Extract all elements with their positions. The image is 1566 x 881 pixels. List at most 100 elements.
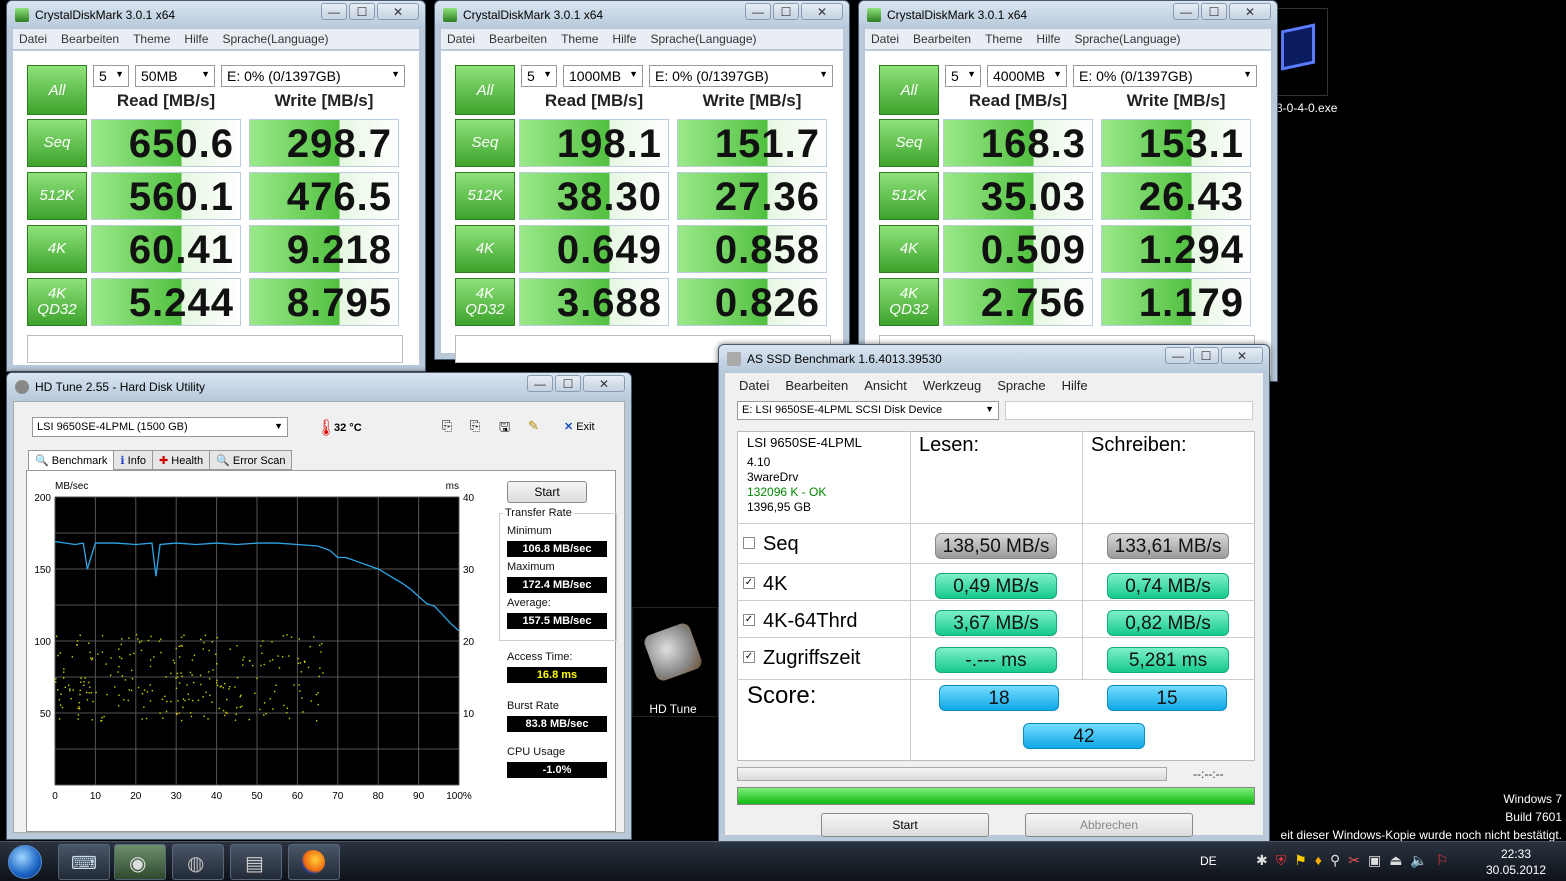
tab-benchmark[interactable]: 🔍 Benchmark: [28, 450, 115, 472]
count-select[interactable]: 5 ▼: [521, 65, 557, 87]
size-select[interactable]: 1000MB ▼: [563, 65, 643, 87]
search-icon[interactable]: ⚲: [1330, 852, 1340, 869]
menu-item[interactable]: Datei: [19, 32, 47, 46]
minimize-button[interactable]: —: [745, 3, 771, 20]
menu-item[interactable]: Theme: [561, 32, 598, 46]
close-button[interactable]: ✕: [1221, 347, 1263, 364]
exit-button[interactable]: ✕ Exit: [564, 420, 595, 433]
access-point: [226, 698, 228, 701]
menu-item[interactable]: Theme: [133, 32, 170, 46]
minimize-button[interactable]: —: [1173, 3, 1199, 20]
abort-button[interactable]: Abbrechen: [1025, 813, 1193, 837]
shield-icon[interactable]: ⛨: [1276, 852, 1287, 869]
start-orb-icon[interactable]: [8, 845, 42, 879]
menu-ansicht[interactable]: Ansicht: [864, 378, 907, 393]
tab-info[interactable]: ℹ Info: [113, 450, 154, 470]
tab-error-scan[interactable]: 🔍 Error Scan: [209, 450, 293, 470]
start-button[interactable]: Start: [507, 481, 587, 503]
menu-item[interactable]: Hilfe: [184, 32, 208, 46]
title-bar[interactable]: CrystalDiskMark 3.0.1 x64 — ☐ ✕: [859, 1, 1277, 29]
menu-item[interactable]: Theme: [985, 32, 1022, 46]
save-icon[interactable]: 🖫: [499, 418, 510, 440]
language-indicator[interactable]: DE: [1200, 854, 1217, 868]
menu-datei[interactable]: Datei: [739, 378, 769, 393]
taskbar-asssd[interactable]: ▤: [230, 844, 282, 880]
close-button[interactable]: ✕: [377, 3, 419, 20]
menu-item[interactable]: Bearbeiten: [61, 32, 119, 46]
drive-select[interactable]: E: 0% (0/1397GB) ▼: [649, 65, 833, 87]
menu-bearbeiten[interactable]: Bearbeiten: [785, 378, 848, 393]
access-point: [59, 704, 62, 706]
menu-item[interactable]: Bearbeiten: [913, 32, 971, 46]
flag-icon[interactable]: ⚐: [1436, 852, 1449, 869]
volume-icon[interactable]: 🔈: [1410, 852, 1427, 869]
menu-hilfe[interactable]: Hilfe: [1062, 378, 1088, 393]
menu-item[interactable]: Sprache(Language): [222, 32, 328, 46]
menu-sprache[interactable]: Sprache: [997, 378, 1045, 393]
copy-all-icon[interactable]: ⎘: [470, 418, 480, 434]
access-point: [160, 651, 162, 654]
close-button[interactable]: ✕: [583, 375, 625, 392]
minimize-button[interactable]: —: [1165, 347, 1191, 364]
transfer-rate-chart: MB/sec ms20015010050403020100 10 20 30 40 50 60…: [34, 481, 474, 802]
title-bar[interactable]: AS SSD Benchmark 1.6.4013.39530 — ☐ ✕: [719, 345, 1269, 373]
drive-select[interactable]: LSI 9650SE-4LPML (1500 GB) ▼: [32, 417, 288, 437]
title-bar[interactable]: CrystalDiskMark 3.0.1 x64 — ☐ ✕: [7, 1, 425, 29]
minimize-button[interactable]: —: [527, 375, 553, 392]
count-select[interactable]: 5 ▼: [945, 65, 981, 87]
maximize-button[interactable]: ☐: [555, 375, 581, 392]
minimize-button[interactable]: —: [321, 3, 347, 20]
test-checkbox[interactable]: ✓: [743, 614, 755, 626]
maximize-button[interactable]: ☐: [1193, 347, 1219, 364]
network-icon[interactable]: ▣: [1368, 852, 1381, 869]
title-bar[interactable]: CrystalDiskMark 3.0.1 x64 — ☐ ✕: [435, 1, 849, 29]
drive-select[interactable]: E: LSI 9650SE-4LPML SCSI Disk Device ▼: [737, 401, 999, 420]
hdtune-desktop-icon[interactable]: HD Tune: [632, 607, 718, 717]
all-button[interactable]: All: [879, 65, 939, 115]
drive-select[interactable]: E: 0% (0/1397GB) ▼: [1073, 65, 1257, 87]
comment-field[interactable]: [27, 335, 403, 363]
all-button[interactable]: All: [455, 65, 515, 115]
title-bar[interactable]: HD Tune 2.55 - Hard Disk Utility — ☐ ✕: [7, 373, 631, 401]
menu-item[interactable]: Datei: [447, 32, 475, 46]
desktop-icon[interactable]: [1276, 8, 1328, 96]
safely-remove-icon[interactable]: ⏏: [1389, 852, 1402, 869]
drive-select[interactable]: E: 0% (0/1397GB) ▼: [221, 65, 405, 87]
test-checkbox[interactable]: ✓: [743, 651, 755, 663]
bluetooth-icon[interactable]: ✱: [1256, 852, 1268, 869]
access-point: [100, 719, 103, 722]
action-center-icon[interactable]: ⚑: [1294, 852, 1307, 869]
menu-item[interactable]: Hilfe: [612, 32, 636, 46]
access-point: [165, 710, 168, 713]
count-select[interactable]: 5 ▼: [93, 65, 129, 87]
maximize-button[interactable]: ☐: [1201, 3, 1227, 20]
taskbar-keyboard[interactable]: ⌨: [58, 844, 110, 880]
taskbar-firefox[interactable]: [288, 844, 340, 880]
menu-werkzeug[interactable]: Werkzeug: [923, 378, 981, 393]
copy-icon[interactable]: ⎘: [442, 418, 452, 434]
maximize-button[interactable]: ☐: [349, 3, 375, 20]
size-select[interactable]: 50MB ▼: [135, 65, 215, 87]
tab-health[interactable]: ✚ Health: [152, 450, 211, 470]
all-button[interactable]: All: [27, 65, 87, 115]
menu-item[interactable]: Bearbeiten: [489, 32, 547, 46]
taskbar-disk[interactable]: ◍: [172, 844, 224, 880]
tool-icon[interactable]: ✂: [1348, 852, 1360, 869]
test-checkbox[interactable]: [743, 537, 755, 549]
access-time-value: 16.8 ms: [507, 667, 607, 683]
close-button[interactable]: ✕: [801, 3, 843, 20]
menu-item[interactable]: Sprache(Language): [650, 32, 756, 46]
clock[interactable]: 22:33 30.05.2012: [1480, 846, 1552, 878]
chevron-down-icon: ▼: [115, 69, 124, 79]
start-button[interactable]: Start: [821, 813, 989, 837]
maximize-button[interactable]: ☐: [773, 3, 799, 20]
close-button[interactable]: ✕: [1229, 3, 1271, 20]
menu-item[interactable]: Hilfe: [1036, 32, 1060, 46]
antivirus-icon[interactable]: ♦: [1315, 852, 1322, 869]
taskbar-hdtune[interactable]: ◉: [114, 844, 166, 880]
menu-item[interactable]: Datei: [871, 32, 899, 46]
menu-item[interactable]: Sprache(Language): [1074, 32, 1180, 46]
test-checkbox[interactable]: ✓: [743, 577, 755, 589]
size-select[interactable]: 4000MB ▼: [987, 65, 1067, 87]
options-icon[interactable]: ✎: [528, 418, 539, 434]
